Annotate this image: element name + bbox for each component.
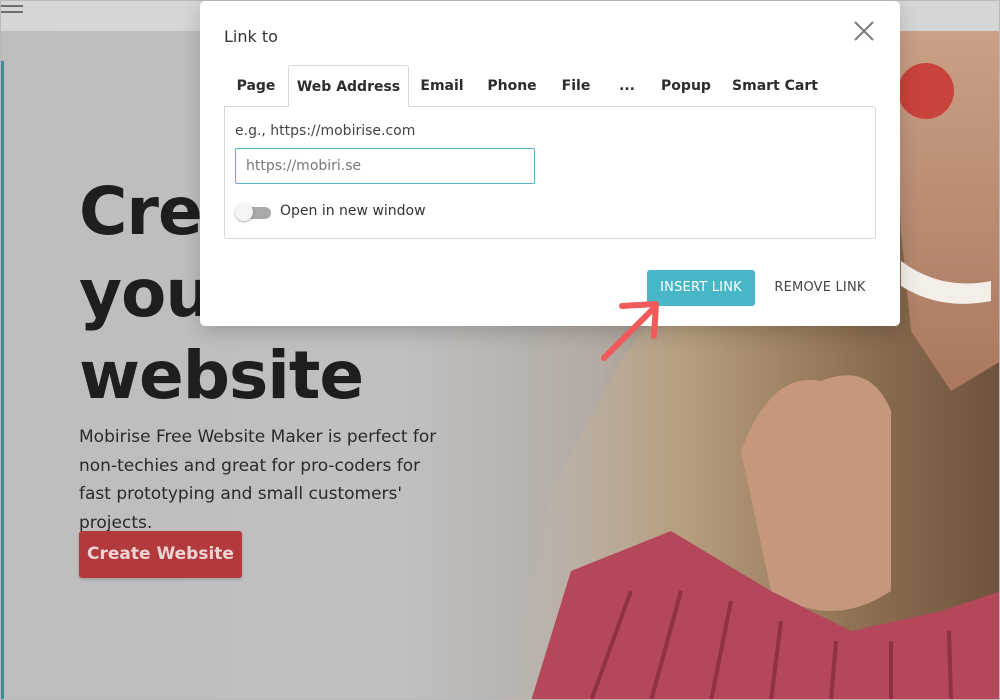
hero-description: Mobirise Free Website Maker is perfect f… [79,427,437,533]
new-window-label: Open in new window [280,203,426,219]
hero-title-line: website [79,337,364,414]
web-address-panel: e.g., https://mobirise.com Open in new w… [224,106,876,239]
tab-smart-cart[interactable]: Smart Cart [730,65,820,107]
tab-phone[interactable]: Phone [480,65,544,107]
annotation-arrow-icon [601,301,659,361]
tab-more[interactable]: ... [612,65,642,107]
close-icon[interactable] [850,17,878,45]
url-input[interactable] [235,148,535,184]
remove-link-button[interactable]: REMOVE LINK [770,270,870,306]
left-accent-line [1,61,4,699]
hamburger-icon[interactable] [1,5,23,17]
toggle-knob [235,203,253,221]
tab-page[interactable]: Page [224,65,288,107]
tab-file[interactable]: File [554,65,598,107]
create-website-button[interactable]: Create Website [79,531,242,578]
tab-web-address[interactable]: Web Address [288,65,409,107]
url-hint: e.g., https://mobirise.com [235,123,416,139]
link-type-tabs: Page Web Address Email Phone File ... Po… [224,65,876,107]
new-window-toggle[interactable] [235,203,271,221]
dialog-title: Link to [224,27,278,46]
tab-email[interactable]: Email [414,65,470,107]
tab-popup[interactable]: Popup [656,65,716,107]
link-dialog: Link to Page Web Address Email Phone Fil… [200,1,900,326]
